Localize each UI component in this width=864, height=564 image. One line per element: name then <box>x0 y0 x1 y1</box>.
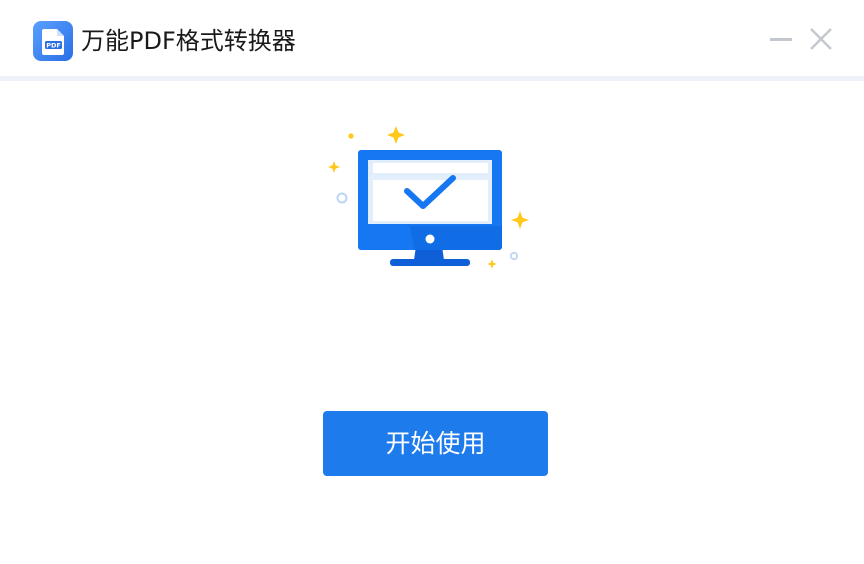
logo-text: PDF <box>46 41 61 49</box>
minimize-icon <box>770 38 792 41</box>
monitor-checkmark-icon <box>328 126 529 269</box>
app-window: PDF 万能PDF格式转换器 开始使用 <box>0 0 864 564</box>
app-title: 万能PDF格式转换器 <box>81 27 296 55</box>
title-divider <box>0 76 864 81</box>
pdf-app-logo-icon: PDF <box>33 21 73 61</box>
minimize-button[interactable] <box>766 24 796 54</box>
title-bar: PDF 万能PDF格式转换器 <box>0 0 864 76</box>
close-button[interactable] <box>806 24 836 54</box>
close-icon <box>810 28 832 50</box>
start-button[interactable]: 开始使用 <box>323 411 548 476</box>
